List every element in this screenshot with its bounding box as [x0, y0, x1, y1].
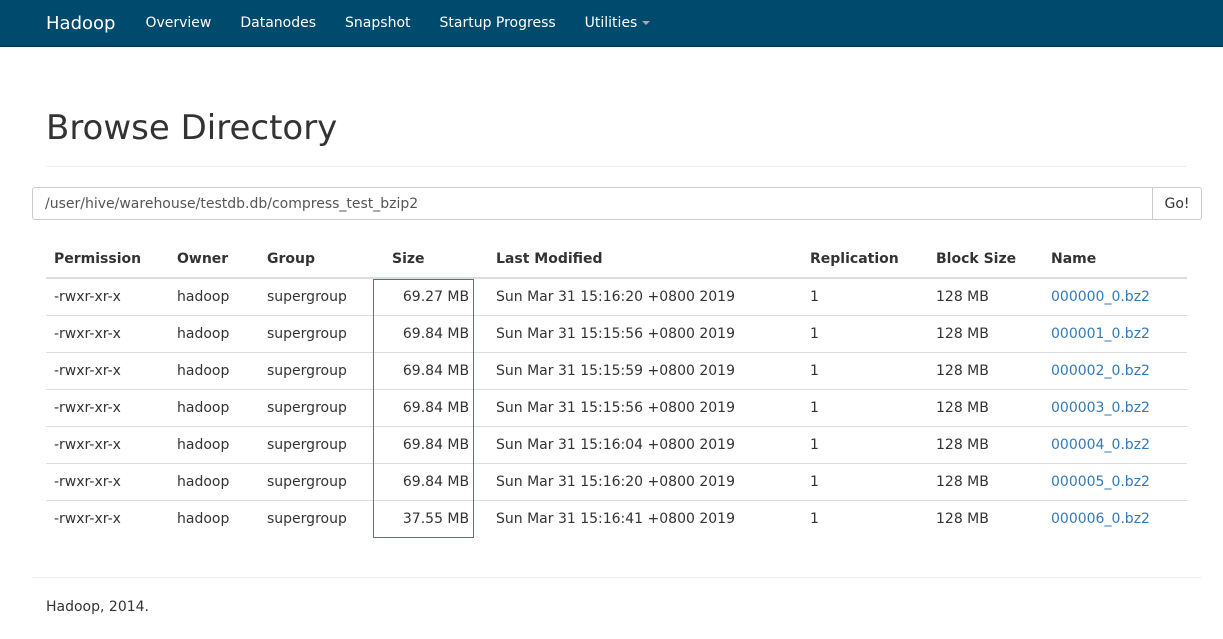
divider: [32, 577, 1201, 578]
header-size[interactable]: Size: [384, 240, 488, 279]
cell-size: 69.84 MB: [384, 388, 488, 426]
cell-name: 000000_0.bz2: [1043, 277, 1187, 315]
cell-last-modified: Sun Mar 31 15:15:56 +0800 2019: [488, 388, 802, 426]
cell-size: 69.84 MB: [384, 314, 488, 352]
cell-block-size: 128 MB: [928, 462, 1043, 500]
cell-permission: -rwxr-xr-x: [46, 277, 169, 315]
cell-size: 69.84 MB: [384, 425, 488, 463]
table-row: -rwxr-xr-x hadoop supergroup 69.84 MB Sun Ma…: [46, 351, 1187, 389]
file-link[interactable]: 000001_0.bz2: [1051, 326, 1150, 342]
header-replication[interactable]: Replication: [802, 240, 928, 279]
cell-owner: hadoop: [169, 499, 259, 537]
header-owner[interactable]: Owner: [169, 240, 259, 279]
cell-name: 000001_0.bz2: [1043, 314, 1187, 352]
nav-utilities-label: Utilities: [584, 15, 638, 31]
cell-block-size: 128 MB: [928, 425, 1043, 463]
cell-permission: -rwxr-xr-x: [46, 425, 169, 463]
cell-replication: 1: [802, 388, 928, 426]
cell-block-size: 128 MB: [928, 351, 1043, 389]
cell-name: 000004_0.bz2: [1043, 425, 1187, 463]
cell-group: supergroup: [259, 277, 384, 315]
cell-owner: hadoop: [169, 351, 259, 389]
header-last-modified[interactable]: Last Modified: [488, 240, 802, 279]
table-row: -rwxr-xr-x hadoop supergroup 69.84 MB Sun Ma…: [46, 314, 1187, 352]
cell-block-size: 128 MB: [928, 499, 1043, 537]
nav-datanodes[interactable]: Datanodes: [240, 15, 316, 31]
cell-group: supergroup: [259, 388, 384, 426]
cell-name: 000002_0.bz2: [1043, 351, 1187, 389]
file-link[interactable]: 000004_0.bz2: [1051, 437, 1150, 453]
cell-group: supergroup: [259, 351, 384, 389]
cell-owner: hadoop: [169, 314, 259, 352]
cell-replication: 1: [802, 499, 928, 537]
cell-permission: -rwxr-xr-x: [46, 462, 169, 500]
cell-replication: 1: [802, 314, 928, 352]
footer: Hadoop, 2014.: [46, 599, 149, 615]
file-link[interactable]: 000002_0.bz2: [1051, 363, 1150, 379]
cell-block-size: 128 MB: [928, 388, 1043, 426]
header-group[interactable]: Group: [259, 240, 384, 279]
directory-table: Permission Owner Group Size Last Modified Rep…: [46, 240, 1187, 537]
file-link[interactable]: 000006_0.bz2: [1051, 511, 1150, 527]
cell-size: 69.27 MB: [384, 277, 488, 315]
cell-replication: 1: [802, 425, 928, 463]
header-permission[interactable]: Permission: [46, 240, 169, 279]
cell-last-modified: Sun Mar 31 15:15:59 +0800 2019: [488, 351, 802, 389]
path-form: Go!: [32, 187, 1202, 220]
header-name[interactable]: Name: [1043, 240, 1187, 279]
cell-replication: 1: [802, 462, 928, 500]
cell-block-size: 128 MB: [928, 277, 1043, 315]
cell-permission: -rwxr-xr-x: [46, 499, 169, 537]
table-row: -rwxr-xr-x hadoop supergroup 69.84 MB Sun Ma…: [46, 388, 1187, 426]
header-block-size[interactable]: Block Size: [928, 240, 1043, 279]
cell-group: supergroup: [259, 314, 384, 352]
cell-block-size: 128 MB: [928, 314, 1043, 352]
cell-group: supergroup: [259, 499, 384, 537]
navbar: Hadoop Overview Datanodes Snapshot Start…: [0, 0, 1223, 47]
cell-last-modified: Sun Mar 31 15:16:20 +0800 2019: [488, 462, 802, 500]
cell-group: supergroup: [259, 425, 384, 463]
cell-last-modified: Sun Mar 31 15:15:56 +0800 2019: [488, 314, 802, 352]
cell-name: 000003_0.bz2: [1043, 388, 1187, 426]
cell-owner: hadoop: [169, 462, 259, 500]
caret-down-icon: [642, 21, 651, 25]
page-title: Browse Directory: [46, 108, 338, 148]
cell-size: 69.84 MB: [384, 462, 488, 500]
file-link[interactable]: 000000_0.bz2: [1051, 289, 1150, 305]
cell-last-modified: Sun Mar 31 15:16:20 +0800 2019: [488, 277, 802, 315]
cell-group: supergroup: [259, 462, 384, 500]
cell-last-modified: Sun Mar 31 15:16:41 +0800 2019: [488, 499, 802, 537]
table-row: -rwxr-xr-x hadoop supergroup 69.84 MB Sun Ma…: [46, 462, 1187, 500]
nav-utilities[interactable]: Utilities: [585, 15, 651, 31]
cell-permission: -rwxr-xr-x: [46, 351, 169, 389]
cell-name: 000006_0.bz2: [1043, 499, 1187, 537]
cell-name: 000005_0.bz2: [1043, 462, 1187, 500]
nav-snapshot[interactable]: Snapshot: [345, 15, 410, 31]
cell-size: 69.84 MB: [384, 351, 488, 389]
cell-size: 37.55 MB: [384, 499, 488, 537]
nav-startup-progress[interactable]: Startup Progress: [440, 15, 556, 31]
path-input[interactable]: [32, 187, 1153, 220]
table-row: -rwxr-xr-x hadoop supergroup 69.84 MB Sun Ma…: [46, 425, 1187, 463]
table-row: -rwxr-xr-x hadoop supergroup 69.27 MB Sun Ma…: [46, 277, 1187, 315]
nav-overview[interactable]: Overview: [145, 15, 211, 31]
file-link[interactable]: 000003_0.bz2: [1051, 400, 1150, 416]
brand[interactable]: Hadoop: [46, 13, 115, 34]
cell-permission: -rwxr-xr-x: [46, 314, 169, 352]
cell-permission: -rwxr-xr-x: [46, 388, 169, 426]
cell-replication: 1: [802, 277, 928, 315]
table-row: -rwxr-xr-x hadoop supergroup 37.55 MB Sun Ma…: [46, 499, 1187, 537]
cell-replication: 1: [802, 351, 928, 389]
cell-last-modified: Sun Mar 31 15:16:04 +0800 2019: [488, 425, 802, 463]
go-button[interactable]: Go!: [1153, 187, 1202, 220]
cell-owner: hadoop: [169, 425, 259, 463]
cell-owner: hadoop: [169, 277, 259, 315]
divider: [46, 166, 1187, 167]
cell-owner: hadoop: [169, 388, 259, 426]
file-link[interactable]: 000005_0.bz2: [1051, 474, 1150, 490]
